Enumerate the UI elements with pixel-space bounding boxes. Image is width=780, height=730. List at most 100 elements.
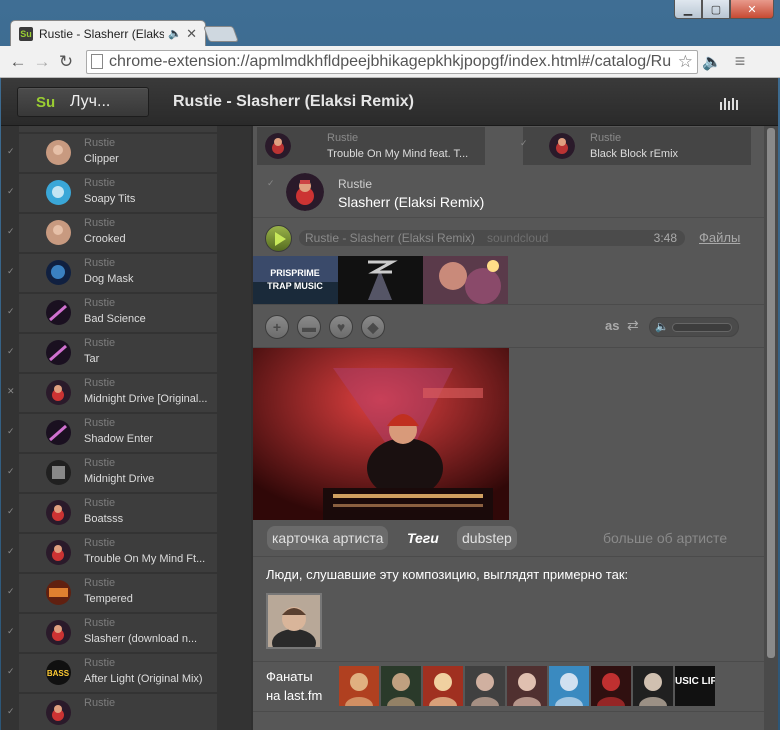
cover-thumb: [46, 540, 71, 565]
sidebar-item[interactable]: ✓ BASS Rustie After Light (Original Mix): [7, 654, 217, 692]
lastfm-icon[interactable]: as: [605, 318, 619, 333]
files-link[interactable]: Файлы: [699, 230, 740, 245]
cover-thumb: [46, 500, 71, 525]
repeat-icon[interactable]: ⇄: [627, 317, 639, 334]
item-status-icon[interactable]: ✓: [7, 466, 15, 477]
fan-avatar[interactable]: [465, 666, 505, 706]
item-status-icon[interactable]: ✓: [7, 186, 15, 197]
tab-title: Rustie - Slasherr (Elaksi: [39, 26, 165, 41]
plus-icon[interactable]: +: [265, 315, 289, 339]
scrollbar[interactable]: [764, 126, 778, 730]
item-artist: Rustie: [84, 417, 116, 429]
back-icon[interactable]: ←: [6, 52, 30, 72]
sidebar-item[interactable]: ✓ Rustie Clipper: [7, 134, 217, 172]
fan-avatar[interactable]: [591, 666, 631, 706]
item-status-icon[interactable]: ✓: [7, 266, 15, 277]
item-title: Boatsss: [84, 513, 124, 525]
queue-item[interactable]: ✓ Rustie Black Block rEmix: [520, 127, 751, 165]
cover-thumb: [46, 460, 71, 485]
item-status-icon[interactable]: ✓: [7, 506, 15, 517]
item-title: Tar: [84, 353, 100, 365]
cover-thumb: [265, 133, 291, 159]
cover-thumb: [46, 340, 71, 365]
tag-pill[interactable]: dubstep: [457, 526, 517, 550]
forward-icon[interactable]: →: [30, 52, 54, 72]
item-status-icon[interactable]: ✓: [7, 626, 15, 637]
sidebar-item[interactable]: ✓ Rustie Bad Science: [7, 294, 217, 332]
fan-avatar[interactable]: [633, 666, 673, 706]
sidebar-item[interactable]: ✓ Rustie Shadow Enter: [7, 414, 217, 452]
new-tab-button[interactable]: [203, 26, 239, 42]
fan-avatar[interactable]: [549, 666, 589, 706]
browser-toolbar: ← → ↻ chrome-extension://apmlmdkhfldpeej…: [0, 46, 780, 78]
fans-label: Фанаты на last.fm: [266, 667, 322, 705]
item-status-icon[interactable]: ✓: [7, 226, 15, 237]
sidebar-item[interactable]: ✓ Rustie Dog Mask: [7, 254, 217, 292]
sidebar-item[interactable]: ✓ Rustie Tempered: [7, 574, 217, 612]
cover-image[interactable]: [338, 256, 423, 304]
menu-icon[interactable]: ≡: [726, 51, 754, 72]
sidebar-item[interactable]: ✕ Rustie Midnight Drive [Original...: [7, 374, 217, 412]
fan-avatar[interactable]: MUSIC LIFE: [675, 666, 715, 706]
sidebar-item[interactable]: ✓ Rustie Slasherr (download n...: [7, 614, 217, 652]
app-title: Rustie - Slasherr (Elaksi Remix): [173, 93, 414, 110]
play-button[interactable]: [265, 225, 292, 252]
sidebar-item[interactable]: ✓ Rustie Soapy Tits: [7, 174, 217, 212]
reload-icon[interactable]: ↻: [54, 52, 78, 72]
cover-image[interactable]: [423, 256, 508, 304]
speaker-icon[interactable]: 🔈: [698, 52, 726, 72]
item-status-icon[interactable]: ✓: [7, 546, 15, 557]
fan-badge-text: MUSIC LIFE: [675, 676, 715, 687]
item-title: Midnight Drive: [84, 473, 155, 485]
item-status-icon[interactable]: ✕: [7, 386, 15, 397]
sidebar-item[interactable]: ✓ Rustie Tar: [7, 334, 217, 372]
more-about-artist-link[interactable]: больше об артисте: [603, 530, 727, 546]
item-status-icon[interactable]: ✓: [7, 346, 15, 357]
item-artist: Rustie: [84, 257, 116, 269]
cover-thumb: [46, 580, 71, 605]
equalizer-icon[interactable]: [720, 98, 738, 110]
progress-bar[interactable]: Rustie - Slasherr (Elaksi Remix) soundclo…: [299, 230, 685, 246]
sidebar-item[interactable]: ✓ Rustie Crooked: [7, 214, 217, 252]
tag-icon[interactable]: ◆: [361, 315, 385, 339]
sidebar-playlist: ✓Response ✓ Rustie Clipper ✓ Rustie Soapy Tits…: [1, 126, 251, 730]
fan-avatar[interactable]: [423, 666, 463, 706]
fan-avatar[interactable]: [507, 666, 547, 706]
logo-button[interactable]: Su Луч...: [17, 87, 149, 117]
scrollbar-thumb[interactable]: [767, 128, 775, 658]
item-status-icon[interactable]: ✓: [7, 426, 15, 437]
fans-section: Фанаты на last.fm MUSIC LIFE: [253, 662, 764, 712]
maximize-button[interactable]: ▢: [702, 0, 730, 19]
queue-item[interactable]: Rustie Trouble On My Mind feat. T...: [257, 127, 485, 165]
item-status-icon[interactable]: ✓: [7, 666, 15, 677]
heart-icon[interactable]: ♥: [329, 315, 353, 339]
browser-tab[interactable]: Su Rustie - Slasherr (Elaksi 🔈 ✕: [10, 20, 206, 46]
video-icon[interactable]: ▬: [297, 315, 321, 339]
queue-title: Black Block rEmix: [590, 148, 679, 160]
item-status-icon[interactable]: ✓: [7, 586, 15, 597]
fan-avatar[interactable]: [381, 666, 421, 706]
close-window-button[interactable]: ✕: [730, 0, 774, 19]
address-bar[interactable]: chrome-extension://apmlmdkhfldpeejbhikag…: [86, 49, 698, 74]
cover-thumb: [46, 620, 71, 645]
sidebar-item[interactable]: ✓Response: [19, 126, 217, 132]
item-status-icon[interactable]: ✓: [7, 306, 15, 317]
sidebar-item[interactable]: ✓ Rustie: [7, 694, 217, 730]
volume-control[interactable]: 🔈: [649, 317, 739, 337]
minimize-button[interactable]: ▁: [674, 0, 702, 19]
artist-card-button[interactable]: карточка артиста: [267, 526, 389, 550]
current-artist: Rustie: [338, 177, 373, 191]
volume-slider[interactable]: [672, 323, 732, 332]
item-status-icon[interactable]: ✓: [7, 146, 15, 157]
item-title: Tempered: [84, 593, 133, 605]
sidebar-item[interactable]: ✓ Rustie Midnight Drive: [7, 454, 217, 492]
avatar[interactable]: [266, 593, 322, 649]
sidebar-item[interactable]: ✓ Rustie Boatsss: [7, 494, 217, 532]
fan-avatar[interactable]: [339, 666, 379, 706]
cover-image[interactable]: PRISPRIME TRAP MUSIC: [253, 256, 338, 304]
sidebar-item[interactable]: ✓ Rustie Trouble On My Mind Ft...: [7, 534, 217, 572]
star-icon[interactable]: ☆: [678, 52, 693, 72]
item-status-icon[interactable]: ✓: [7, 706, 15, 717]
item-artist: Rustie: [84, 177, 116, 189]
tab-close-icon[interactable]: ✕: [186, 26, 197, 42]
